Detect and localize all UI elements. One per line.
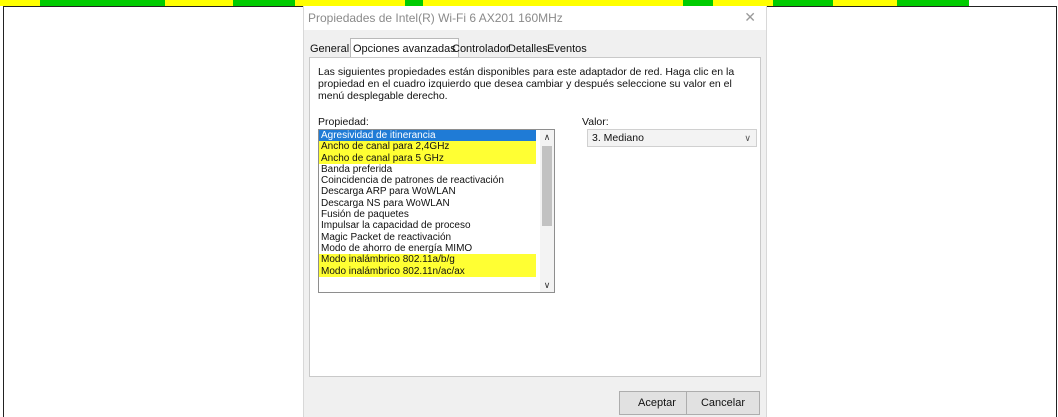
ok-button[interactable]: Aceptar [619, 391, 695, 415]
property-list-item[interactable]: Modo de ahorro de energía MIMO [319, 243, 536, 254]
tab-driver[interactable]: Controlador [450, 41, 511, 58]
value-label: Valor: [582, 116, 609, 128]
property-list-item[interactable]: Coincidencia de patrones de reactivación [319, 175, 536, 186]
property-list-item[interactable]: Fusión de paquetes [319, 209, 536, 220]
tab-advanced-options[interactable]: Opciones avanzadas [350, 38, 459, 59]
property-list-item[interactable]: Agresividad de itinerancia [319, 130, 536, 142]
tab-events[interactable]: Eventos [545, 41, 589, 58]
property-list-item[interactable]: Banda preferida [319, 164, 536, 175]
property-list-item[interactable]: Impulsar la capacidad de proceso [319, 220, 536, 231]
description-text: Las siguientes propiedades están disponi… [318, 66, 735, 102]
scroll-up-icon[interactable]: ∧ [540, 130, 554, 144]
dialog-title: Propiedades de Intel(R) Wi-Fi 6 AX201 16… [308, 11, 563, 25]
advanced-options-panel: Las siguientes propiedades están disponi… [309, 57, 761, 377]
property-list-item[interactable]: Modo inalámbrico 802.11a/b/g [319, 254, 536, 266]
listbox-scrollbar[interactable]: ∧ ∨ [540, 130, 554, 292]
scroll-down-icon[interactable]: ∨ [540, 278, 554, 292]
value-dropdown[interactable]: 3. Mediano ∨ [587, 129, 757, 147]
property-list-item[interactable]: Descarga ARP para WoWLAN [319, 186, 536, 197]
properties-dialog: Propiedades de Intel(R) Wi-Fi 6 AX201 16… [303, 6, 767, 417]
property-list-item[interactable]: Ancho de canal para 2,4GHz [319, 141, 536, 153]
property-list-item[interactable]: Descarga NS para WoWLAN [319, 198, 536, 209]
chevron-down-icon: ∨ [744, 133, 751, 143]
scrollbar-thumb[interactable] [542, 146, 552, 226]
tab-details[interactable]: Detalles [506, 41, 550, 58]
property-list-item[interactable]: Modo inalámbrico 802.11n/ac/ax [319, 265, 536, 277]
property-list-item[interactable]: Magic Packet de reactivación [319, 232, 536, 243]
dialog-titlebar: Propiedades de Intel(R) Wi-Fi 6 AX201 16… [304, 6, 766, 30]
property-list-item[interactable]: Ancho de canal para 5 GHz [319, 152, 536, 164]
property-label: Propiedad: [318, 116, 369, 128]
cancel-button[interactable]: Cancelar [686, 391, 760, 415]
tab-general[interactable]: General [308, 41, 351, 58]
value-dropdown-selected: 3. Mediano [592, 132, 644, 144]
close-icon[interactable]: ✕ [744, 9, 756, 26]
property-listbox[interactable]: Agresividad de itinerancia Ancho de canal… [318, 129, 555, 293]
